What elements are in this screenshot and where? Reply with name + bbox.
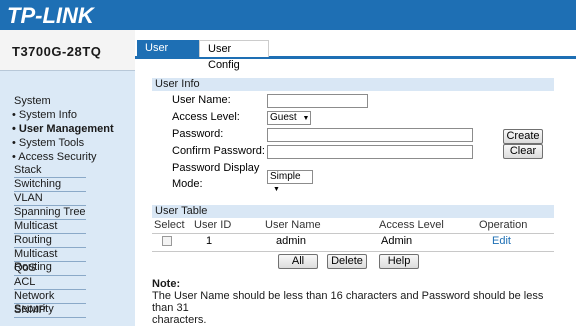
tab-user-table[interactable]: User Table	[137, 40, 202, 70]
sidebar-item-network-security[interactable]: Network Security	[14, 290, 86, 315]
row-checkbox[interactable]	[162, 236, 172, 246]
access-level-value: Guest	[270, 112, 297, 123]
user-table-panel: User Table Select User ID User Name Acce…	[152, 205, 554, 270]
row-edit-link[interactable]: Edit	[492, 235, 511, 247]
user-table-header: Select User ID User Name Access Level Op…	[152, 219, 554, 233]
display-mode-label-line1: Password Display	[172, 162, 260, 174]
access-level-label: Access Level:	[172, 111, 240, 123]
row-divider	[152, 251, 554, 252]
sidebar-item-stack[interactable]: Stack	[14, 164, 86, 178]
model-name: T3700G-28TQ	[12, 44, 102, 59]
model-box: T3700G-28TQ	[0, 30, 135, 71]
user-info-panel: User Info User Name: Access Level: Guest…	[152, 78, 554, 198]
sidebar-item-vlan[interactable]: VLAN	[14, 192, 86, 206]
access-level-select[interactable]: Guest ▼	[267, 111, 311, 125]
dropdown-arrow-icon: ▼	[302, 115, 310, 122]
sidebar: T3700G-28TQ System • System Info • User …	[0, 30, 135, 326]
col-user-name: User Name	[265, 219, 321, 231]
user-table-title: User Table	[152, 205, 554, 218]
tab-user-config[interactable]: User Config	[199, 40, 269, 71]
sidebar-item-switching[interactable]: Switching	[14, 178, 86, 192]
sidebar-item-multicast-routing[interactable]: Multicast Routing	[14, 248, 86, 273]
delete-button[interactable]: Delete	[327, 254, 367, 269]
create-button[interactable]: Create	[503, 129, 543, 144]
username-label: User Name:	[172, 94, 231, 106]
clear-button[interactable]: Clear	[503, 144, 543, 159]
sidebar-item-system-info[interactable]: • System Info	[0, 108, 135, 122]
sidebar-item-routing[interactable]: Routing	[14, 234, 86, 248]
confirm-password-label: Confirm Password:	[172, 145, 265, 157]
row-access-level: Admin	[381, 235, 413, 247]
select-all-button[interactable]: All	[278, 254, 318, 269]
sidebar-item-qos[interactable]: QoS	[14, 262, 86, 276]
display-mode-select[interactable]: Simple ▼	[267, 170, 313, 193]
username-input[interactable]	[267, 94, 368, 108]
sidebar-item-user-management[interactable]: • User Management	[0, 122, 135, 136]
top-banner: TP-LINK	[0, 0, 576, 30]
note-title: Note:	[152, 278, 181, 290]
row-user-name: admin	[276, 235, 306, 247]
password-input[interactable]	[267, 128, 473, 142]
user-info-title: User Info	[152, 78, 554, 91]
display-mode-value: Simple	[270, 171, 301, 182]
confirm-password-input[interactable]	[267, 145, 473, 159]
password-label: Password:	[172, 128, 224, 140]
col-access-level: Access Level	[379, 219, 444, 231]
row-user-id: 1	[206, 235, 213, 247]
sidebar-menu: System • System Info • User Management •…	[0, 94, 135, 318]
brand-logo: TP-LINK	[7, 3, 94, 28]
sidebar-item-system[interactable]: System	[0, 94, 135, 108]
note-line1: The User Name should be less than 16 cha…	[152, 290, 544, 314]
help-button[interactable]: Help	[379, 254, 419, 269]
note-line2: characters.	[152, 314, 207, 326]
sidebar-item-spanning-tree[interactable]: Spanning Tree	[14, 206, 86, 220]
header-divider	[152, 233, 554, 234]
col-select: Select	[154, 219, 185, 231]
tab-bar: User Table User Config	[135, 38, 576, 71]
col-operation: Operation	[479, 219, 528, 231]
col-user-id: User ID	[194, 219, 232, 231]
sidebar-item-acl[interactable]: ACL	[14, 276, 86, 290]
sidebar-item-multicast[interactable]: Multicast	[14, 220, 86, 234]
dropdown-arrow-icon: ▼	[273, 186, 280, 193]
sidebar-item-snmp[interactable]: SNMP	[14, 304, 86, 318]
note-section: Note: The User Name should be less than …	[152, 278, 562, 326]
sidebar-item-access-security[interactable]: • Access Security	[0, 150, 135, 164]
sidebar-item-system-tools[interactable]: • System Tools	[0, 136, 135, 150]
display-mode-label-line2: Mode:	[172, 178, 203, 190]
table-row: 1 admin Admin Edit	[152, 235, 554, 249]
